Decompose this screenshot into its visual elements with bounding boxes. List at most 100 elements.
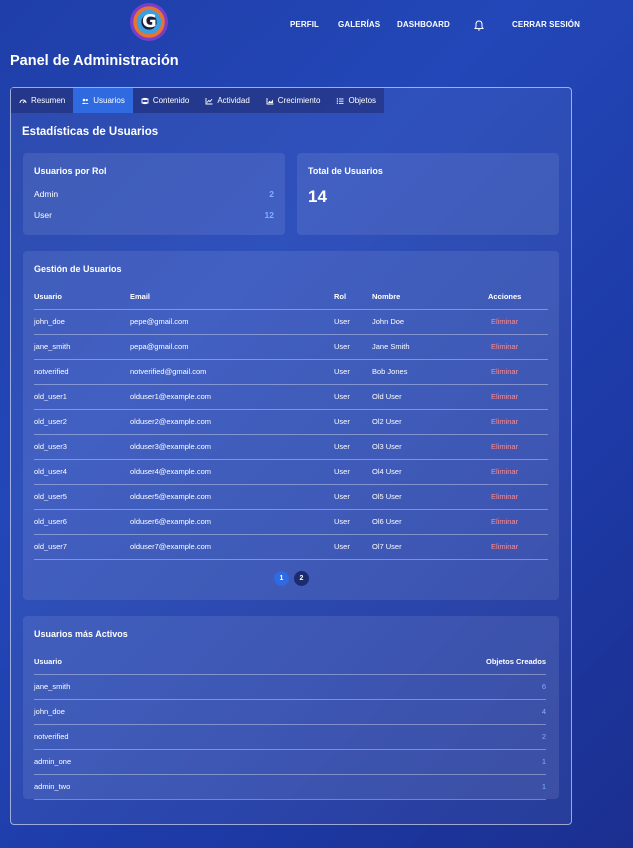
cell-rol: User	[334, 509, 372, 535]
table-row: admin_two 1	[34, 774, 546, 800]
top-navbar: G PERFIL GALERÍAS DASHBOARD CERRAR SESIÓ…	[0, 0, 633, 50]
total-users-title: Total de Usuarios	[308, 166, 383, 176]
cell-email: olduser3@example.com	[130, 434, 334, 460]
table-row: john_doe pepe@gmail.com User John Doe Elimin…	[34, 309, 548, 335]
roles-card-title: Usuarios por Rol	[34, 166, 107, 176]
table-row: jane_smith pepa@gmail.com User Jane Smith El…	[34, 334, 548, 360]
cell-rol: User	[334, 309, 372, 335]
delete-user-button[interactable]: Eliminar	[491, 317, 518, 326]
cell-rol: User	[334, 359, 372, 385]
cell-usuario: old_user1	[34, 384, 130, 410]
table-row: jane_smith 6	[34, 674, 546, 700]
nav-perfil-link[interactable]: PERFIL	[290, 20, 319, 29]
delete-user-button[interactable]: Eliminar	[491, 417, 518, 426]
col-usuario: Usuario	[34, 649, 230, 675]
table-row: old_user1 olduser1@example.com User Old Use…	[34, 384, 548, 410]
page-title: Panel de Administración	[10, 53, 179, 69]
user-management-card: Gestión de Usuarios Usuario Email Rol No…	[23, 251, 559, 600]
delete-user-button[interactable]: Eliminar	[491, 392, 518, 401]
stats-section-title: Estadísticas de Usuarios	[22, 126, 159, 138]
cell-objetos-creados: 1	[229, 774, 546, 800]
table-row: old_user7 olduser7@example.com User Ol7 Use…	[34, 534, 548, 560]
delete-user-button[interactable]: Eliminar	[491, 492, 518, 501]
active-users-header: Usuario Objetos Creados	[34, 649, 546, 675]
user-management-title: Gestión de Usuarios	[34, 264, 122, 274]
table-row: notverified notverified@gmail.com User Bob …	[34, 359, 548, 385]
role-label: User	[34, 210, 52, 220]
delete-user-button[interactable]: Eliminar	[491, 542, 518, 551]
nav-logout-link[interactable]: CERRAR SESIÓN	[512, 20, 580, 29]
role-count: 12	[264, 210, 274, 220]
cell-email: olduser2@example.com	[130, 409, 334, 435]
cell-usuario: notverified	[34, 359, 130, 385]
cell-rol: User	[334, 409, 372, 435]
pagination-page-1[interactable]: 1	[274, 571, 289, 586]
tab-usuarios[interactable]: Usuarios	[73, 88, 133, 113]
delete-user-button[interactable]: Eliminar	[491, 442, 518, 451]
cell-usuario: john_doe	[34, 309, 130, 335]
cell-email: olduser5@example.com	[130, 484, 334, 510]
tab-resumen[interactable]: Resumen	[11, 88, 73, 113]
pagination-page-2[interactable]: 2	[294, 571, 309, 586]
col-email: Email	[130, 284, 334, 310]
tab-crecimiento[interactable]: Crecimiento	[258, 88, 329, 113]
table-row: notverified 2	[34, 724, 546, 750]
total-users-value: 14	[308, 187, 327, 206]
cell-objetos-creados: 4	[229, 699, 546, 725]
bell-icon[interactable]	[474, 20, 484, 31]
cell-email: notverified@gmail.com	[130, 359, 334, 385]
cell-usuario: admin_two	[34, 774, 230, 800]
users-icon	[82, 98, 89, 104]
col-nombre: Nombre	[372, 284, 488, 310]
tab-objetos[interactable]: Objetos	[328, 88, 384, 113]
cell-email: olduser7@example.com	[130, 534, 334, 560]
cell-nombre: Bob Jones	[372, 359, 488, 385]
nav-dashboard-link[interactable]: DASHBOARD	[397, 20, 450, 29]
table-row: old_user5 olduser5@example.com User Ol5 Use…	[34, 484, 548, 510]
database-icon	[141, 97, 149, 104]
table-row: old_user3 olduser3@example.com User Ol3 Use…	[34, 434, 548, 460]
role-row-admin: Admin 2	[34, 189, 274, 199]
app-logo[interactable]: G	[130, 3, 168, 41]
cell-nombre: Old User	[372, 384, 488, 410]
col-usuario: Usuario	[34, 284, 130, 310]
cell-email: pepa@gmail.com	[130, 334, 334, 360]
nav-galerias-link[interactable]: GALERÍAS	[338, 20, 380, 29]
tab-bar: Resumen Usuarios Contenido Actividad Crecimi…	[11, 88, 385, 113]
tab-actividad[interactable]: Actividad	[197, 88, 257, 113]
users-table: Usuario Email Rol Nombre Acciones john_d…	[34, 284, 548, 560]
delete-user-button[interactable]: Eliminar	[491, 367, 518, 376]
delete-user-button[interactable]: Eliminar	[491, 342, 518, 351]
cell-objetos-creados: 6	[229, 674, 546, 700]
cell-usuario: old_user7	[34, 534, 130, 560]
tab-label: Actividad	[217, 96, 250, 105]
active-users-table: Usuario Objetos Creados jane_smith 6 john_…	[34, 649, 546, 800]
list-icon	[337, 97, 344, 104]
cell-email: olduser1@example.com	[130, 384, 334, 410]
tab-contenido[interactable]: Contenido	[133, 88, 197, 113]
cell-nombre: Ol7 User	[372, 534, 488, 560]
active-users-card: Usuarios más Activos Usuario Objetos Cre…	[23, 616, 559, 800]
role-row-user: User 12	[34, 210, 274, 220]
cell-usuario: old_user6	[34, 509, 130, 535]
cell-nombre: Ol5 User	[372, 484, 488, 510]
table-row: admin_one 1	[34, 749, 546, 775]
delete-user-button[interactable]: Eliminar	[491, 467, 518, 476]
admin-panel: Resumen Usuarios Contenido Actividad Crecimi…	[10, 87, 572, 825]
cell-usuario: old_user3	[34, 434, 130, 460]
cell-rol: User	[334, 459, 372, 485]
cell-email: olduser4@example.com	[130, 459, 334, 485]
cell-rol: User	[334, 484, 372, 510]
cell-rol: User	[334, 534, 372, 560]
cell-nombre: Jane Smith	[372, 334, 488, 360]
cell-nombre: Ol3 User	[372, 434, 488, 460]
cell-email: olduser6@example.com	[130, 509, 334, 535]
chart-area-icon	[266, 97, 274, 104]
chart-line-icon	[205, 97, 213, 104]
cell-nombre: Ol4 User	[372, 459, 488, 485]
cell-objetos-creados: 2	[229, 724, 546, 750]
cell-usuario: jane_smith	[34, 334, 130, 360]
col-objetos-creados: Objetos Creados	[229, 649, 546, 675]
cell-usuario: notverified	[34, 724, 230, 750]
delete-user-button[interactable]: Eliminar	[491, 517, 518, 526]
